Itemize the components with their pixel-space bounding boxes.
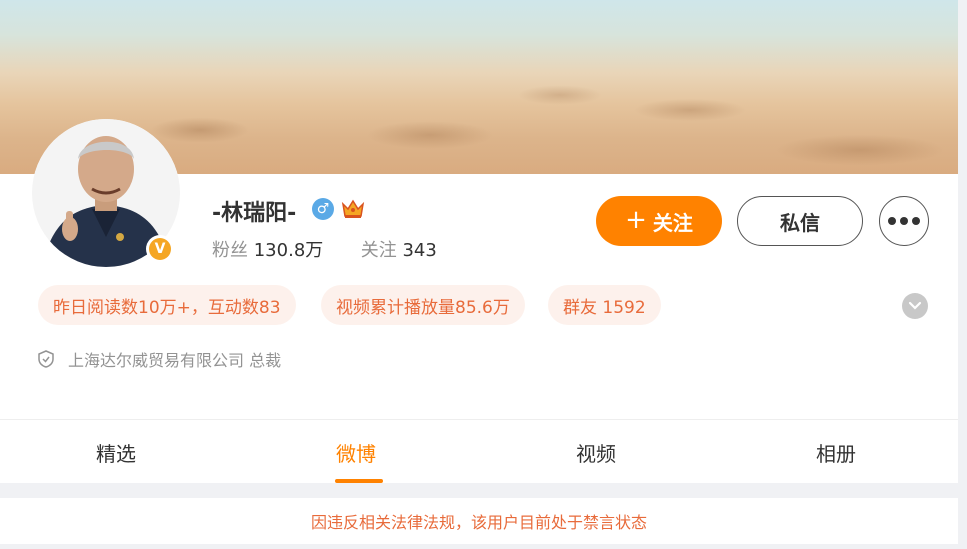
divider [0, 419, 958, 420]
fans-count[interactable]: 130.8万 [254, 240, 324, 261]
more-icon [888, 217, 920, 225]
profile-name: -林瑞阳- [212, 201, 297, 226]
verified-badge-icon: V [146, 235, 174, 263]
chip-group-friends[interactable]: 群友 1592 [548, 285, 661, 325]
follow-label: 关注 [652, 210, 693, 235]
tab-featured[interactable]: 精选 [96, 438, 136, 467]
company-text: 上海达尔威贸易有限公司 总裁 [68, 351, 282, 370]
follow-button[interactable]: + 关注 [596, 196, 722, 246]
ban-notice: 因违反相关法律法规，该用户目前处于禁言状态 [0, 498, 958, 544]
male-icon: ♂ [312, 198, 334, 220]
following-count[interactable]: 343 [402, 240, 436, 261]
crown-icon[interactable] [341, 198, 365, 224]
shield-icon [38, 350, 54, 368]
chip-video-plays[interactable]: 视频累计播放量85.6万 [321, 285, 525, 325]
profile-stats: 粉丝 130.8万 关注 343 [212, 236, 437, 262]
more-button[interactable] [879, 196, 929, 246]
tab-album[interactable]: 相册 [816, 438, 856, 467]
active-tab-indicator [335, 479, 383, 483]
chevron-down-icon[interactable] [902, 293, 928, 319]
following-label[interactable]: 关注 [361, 240, 397, 261]
profile-card: V -林瑞阳- ♂ 粉丝 130.8万 关注 343 + 关注 私信 昨日阅读数… [0, 0, 958, 483]
fans-label[interactable]: 粉丝 [212, 240, 248, 261]
message-button[interactable]: 私信 [737, 196, 863, 246]
company-info: 上海达尔威贸易有限公司 总裁 [38, 347, 281, 371]
chip-reading-stats[interactable]: 昨日阅读数10万+，互动数83 [38, 285, 296, 325]
plus-icon: + [625, 205, 647, 235]
tab-weibo[interactable]: 微博 [336, 438, 376, 467]
tab-video[interactable]: 视频 [576, 438, 616, 467]
